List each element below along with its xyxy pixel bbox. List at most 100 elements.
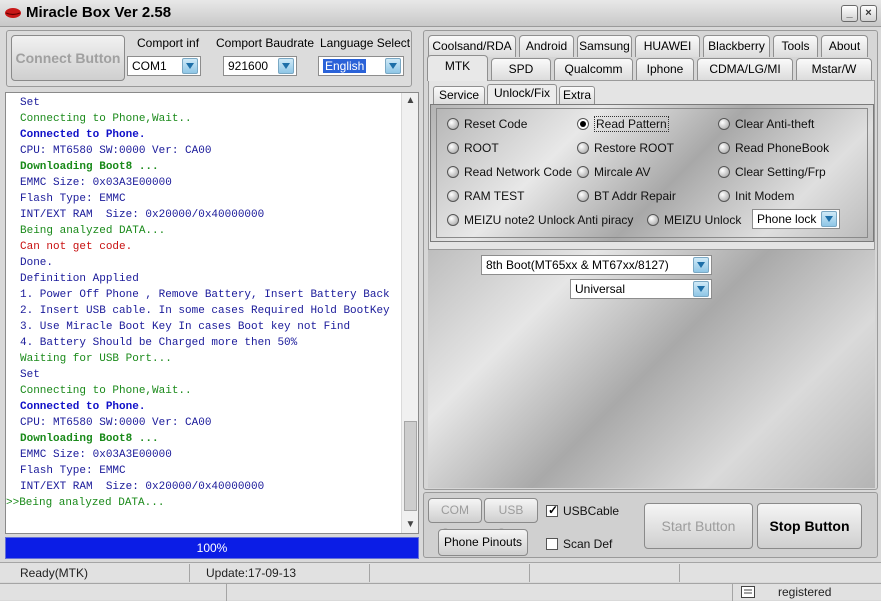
log-line: Definition Applied (20, 273, 139, 285)
baudrate-label: Comport Baudrate (216, 36, 315, 50)
radio-read-phonebook[interactable] (718, 142, 730, 154)
chevron-down-icon[interactable] (182, 58, 198, 74)
tab-huawei[interactable]: HUAWEI (635, 35, 700, 57)
chevron-down-icon[interactable] (278, 58, 294, 74)
log-line: EMMC Size: 0x03A3E00000 (20, 449, 172, 461)
comport-select[interactable]: COM1 (127, 56, 201, 76)
status-divider (732, 584, 733, 601)
registered-label: registered (778, 585, 832, 599)
stop-button[interactable]: Stop Button (757, 503, 862, 549)
universal-select[interactable]: Universal (570, 279, 712, 299)
log-line: Downloading Boot8 ... (20, 161, 159, 173)
tab-android[interactable]: Android (519, 35, 574, 57)
option-init-modem-label: Init Modem (735, 189, 795, 203)
subtab-extra[interactable]: Extra (559, 86, 595, 104)
scan-def-checkbox[interactable] (546, 538, 558, 550)
language-select[interactable]: English (318, 56, 404, 76)
tab-qualcomm[interactable]: Qualcomm (554, 58, 633, 80)
scroll-thumb[interactable] (404, 421, 417, 511)
radio-meizu-unlock[interactable] (647, 214, 659, 226)
radio-read-pattern[interactable] (577, 118, 589, 130)
radio-root[interactable] (447, 142, 459, 154)
tab-samsung[interactable]: Samsung (577, 35, 632, 57)
radio-mircale-av[interactable] (577, 166, 589, 178)
usb-scan-button[interactable]: USB Scan (484, 498, 538, 540)
scroll-down-icon[interactable]: ▼ (402, 517, 419, 533)
scan-def-label: Scan Def (563, 537, 613, 551)
chevron-down-icon[interactable] (821, 211, 837, 227)
log-lines: Set Connecting to Phone,Wait.. Connected t… (6, 95, 400, 511)
scroll-up-icon[interactable]: ▲ (402, 93, 419, 109)
phone-pinouts-button[interactable]: Phone Pinouts (438, 529, 528, 556)
meizu-lock-select[interactable]: Phone lock (752, 209, 840, 229)
log-line: Connected to Phone. (20, 401, 146, 413)
log-line: Can not get code. (20, 241, 133, 253)
tab-about[interactable]: About (821, 35, 868, 57)
close-button[interactable]: × (860, 5, 877, 22)
log-line: EMMC Size: 0x03A3E00000 (20, 177, 172, 189)
option-meizu-note2-label: MEIZU note2 Unlock Anti piracy (464, 213, 634, 227)
log-line: Being analyzed DATA... (20, 225, 166, 237)
baudrate-value: 921600 (228, 59, 269, 73)
connect-button[interactable]: Connect Button (11, 35, 125, 81)
log-line: Downloading Boot8 ... (20, 433, 159, 445)
tab-mtk[interactable]: MTK (427, 55, 488, 81)
boot-select[interactable]: 8th Boot(MT65xx & MT67xx/8127) (481, 255, 712, 275)
log-scrollbar[interactable]: ▲ ▼ (401, 93, 418, 533)
subtab-unlock-fix[interactable]: Unlock/Fix (487, 84, 557, 104)
option-root-label: ROOT (464, 141, 499, 155)
option-clear-anti-theft-label: Clear Anti-theft (735, 117, 815, 131)
log-line: >>Being analyzed DATA... (6, 497, 165, 509)
chevron-down-icon[interactable] (693, 281, 709, 297)
log-line: Connected to Phone. (20, 129, 146, 141)
log-line: Waiting for USB Port... (20, 353, 172, 365)
option-reset-code-label: Reset Code (464, 117, 528, 131)
usb-cable-checkbox[interactable] (546, 503, 558, 517)
radio-clear-anti-theft[interactable] (718, 118, 730, 130)
log-line: CPU: MT6580 SW:0000 Ver: CA00 (20, 145, 212, 157)
tab-cdma-lg-mi[interactable]: CDMA/LG/MI (697, 58, 793, 80)
status-cell-empty-2 (530, 564, 680, 582)
radio-init-modem[interactable] (718, 190, 730, 202)
lips-icon (5, 8, 21, 18)
radio-bt-addr-repair[interactable] (577, 190, 589, 202)
log-line: INT/EXT RAM Size: 0x20000/0x40000000 (20, 481, 265, 493)
option-mircale-av-label: Mircale AV (594, 165, 651, 179)
comport-value: COM1 (132, 59, 167, 73)
title-bar: Miracle Box Ver 2.58 _ × (0, 0, 881, 27)
log-line: 4. Battery Should be Charged more then 5… (20, 337, 298, 349)
tab-blackberry[interactable]: Blackberry (703, 35, 770, 57)
radio-restore-root[interactable] (577, 142, 589, 154)
option-bt-addr-repair-label: BT Addr Repair (594, 189, 676, 203)
baudrate-select[interactable]: 921600 (223, 56, 297, 76)
option-ram-test-label: RAM TEST (464, 189, 525, 203)
radio-reset-code[interactable] (447, 118, 459, 130)
tab-mstar-w[interactable]: Mstar/W (796, 58, 872, 80)
option-restore-root-label: Restore ROOT (594, 141, 675, 155)
log-panel[interactable]: Set Connecting to Phone,Wait.. Connected t… (5, 92, 419, 534)
radio-ram-test[interactable] (447, 190, 459, 202)
tab-iphone[interactable]: Iphone (636, 58, 694, 80)
minimize-button[interactable]: _ (841, 5, 858, 22)
status-bar: Ready(MTK) Update:17-09-13 (0, 562, 881, 582)
radio-clear-setting-frp[interactable] (718, 166, 730, 178)
option-read-pattern-label: Read Pattern (594, 116, 669, 132)
log-line: Flash Type: EMMC (20, 465, 126, 477)
chevron-down-icon[interactable] (693, 257, 709, 273)
status-update: Update:17-09-13 (190, 564, 370, 582)
log-line: 2. Insert USB cable. In some cases Requi… (20, 305, 390, 317)
radio-read-network-code[interactable] (447, 166, 459, 178)
start-button[interactable]: Start Button (644, 503, 753, 549)
radio-meizu-note2[interactable] (447, 214, 459, 226)
tab-tools[interactable]: Tools (773, 35, 818, 57)
log-line: Connecting to Phone,Wait.. (20, 385, 192, 397)
chevron-down-icon[interactable] (385, 58, 401, 74)
com-scan-button[interactable]: COM Scan (428, 498, 482, 540)
subtab-service[interactable]: Service (433, 86, 485, 104)
language-label: Language Select (320, 36, 411, 50)
option-read-network-code-label: Read Network Code (464, 165, 573, 179)
log-line: Set (20, 369, 40, 381)
tab-spd[interactable]: SPD (491, 58, 551, 80)
keyboard-icon (741, 586, 755, 598)
tab-coolsand-rda[interactable]: Coolsand/RDA (428, 35, 516, 57)
